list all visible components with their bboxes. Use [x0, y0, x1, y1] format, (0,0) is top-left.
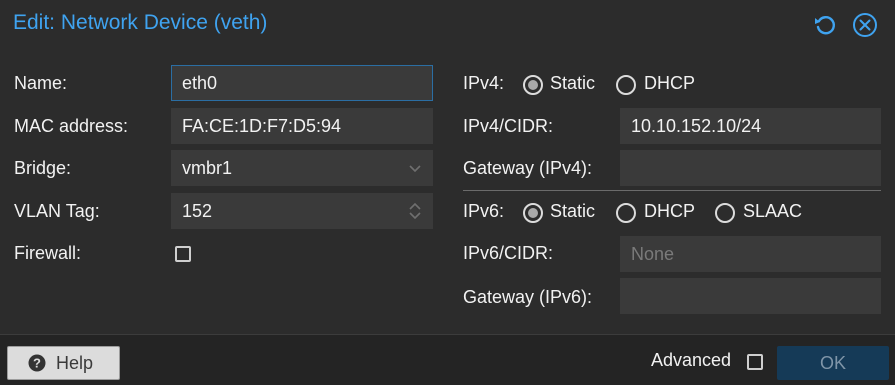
mac-address-label: MAC address: [14, 116, 129, 136]
name-input[interactable]: eth0 [171, 65, 433, 101]
reset-icon[interactable] [812, 12, 838, 38]
ipv6-slaac-label[interactable]: SLAAC [743, 201, 802, 222]
ipv4-dhcp-radio[interactable] [616, 75, 636, 95]
mac-address-input[interactable]: FA:CE:1D:F7:D5:94 [171, 108, 433, 144]
gateway-ipv6-label: Gateway (IPv6): [463, 287, 593, 307]
question-circle-icon: ? [28, 354, 46, 372]
dialog-title: Edit: Network Device (veth) [13, 11, 268, 34]
ipv4-static-label[interactable]: Static [550, 73, 595, 94]
ipv6-static-label[interactable]: Static [550, 201, 595, 222]
dialog-header: Edit: Network Device (veth) [0, 0, 895, 50]
ipv6-dhcp-radio[interactable] [616, 203, 636, 223]
spinner-icon[interactable] [406, 202, 424, 220]
firewall-checkbox[interactable] [175, 246, 191, 262]
advanced-checkbox[interactable] [747, 354, 763, 370]
ipv6-cidr-placeholder: None [631, 244, 675, 264]
close-icon[interactable] [852, 12, 878, 38]
ipv6-cidr-label: IPv6/CIDR: [463, 243, 554, 263]
bridge-label: Bridge: [14, 158, 72, 178]
ipv4-label: IPv4: [463, 73, 505, 93]
bridge-select[interactable]: vmbr1 [171, 150, 433, 186]
ipv4-cidr-value: 10.10.152.10/24 [631, 116, 762, 136]
help-label: Help [56, 353, 94, 373]
ipv6-cidr-input[interactable]: None [620, 236, 881, 272]
bridge-value: vmbr1 [182, 158, 233, 178]
ipv4-dhcp-label[interactable]: DHCP [644, 73, 695, 94]
advanced-label[interactable]: Advanced [651, 350, 731, 371]
ipv4-static-radio[interactable] [523, 75, 543, 95]
mac-address-value: FA:CE:1D:F7:D5:94 [182, 116, 342, 136]
ok-button[interactable]: OK [777, 346, 889, 380]
dialog-footer: ? Help Advanced OK [0, 334, 895, 385]
gateway-ipv4-label: Gateway (IPv4): [463, 158, 593, 178]
gateway-ipv6-input[interactable] [620, 278, 881, 314]
vlan-tag-input[interactable]: 152 [171, 193, 433, 229]
svg-text:?: ? [33, 356, 41, 371]
ipv6-dhcp-label[interactable]: DHCP [644, 201, 695, 222]
gateway-ipv4-input[interactable] [620, 150, 881, 186]
name-label: Name: [14, 73, 68, 93]
name-value: eth0 [182, 73, 218, 93]
ipv4-cidr-label: IPv4/CIDR: [463, 116, 554, 136]
ipv4-cidr-input[interactable]: 10.10.152.10/24 [620, 108, 881, 144]
vlan-tag-value: 152 [182, 201, 213, 221]
ipv6-static-radio[interactable] [523, 203, 543, 223]
help-button[interactable]: ? Help [7, 346, 120, 380]
section-divider [463, 190, 881, 191]
ipv6-label: IPv6: [463, 201, 505, 221]
firewall-label: Firewall: [14, 243, 82, 263]
vlan-tag-label: VLAN Tag: [14, 201, 100, 221]
chevron-down-icon[interactable] [406, 159, 424, 177]
ipv6-slaac-radio[interactable] [715, 203, 735, 223]
